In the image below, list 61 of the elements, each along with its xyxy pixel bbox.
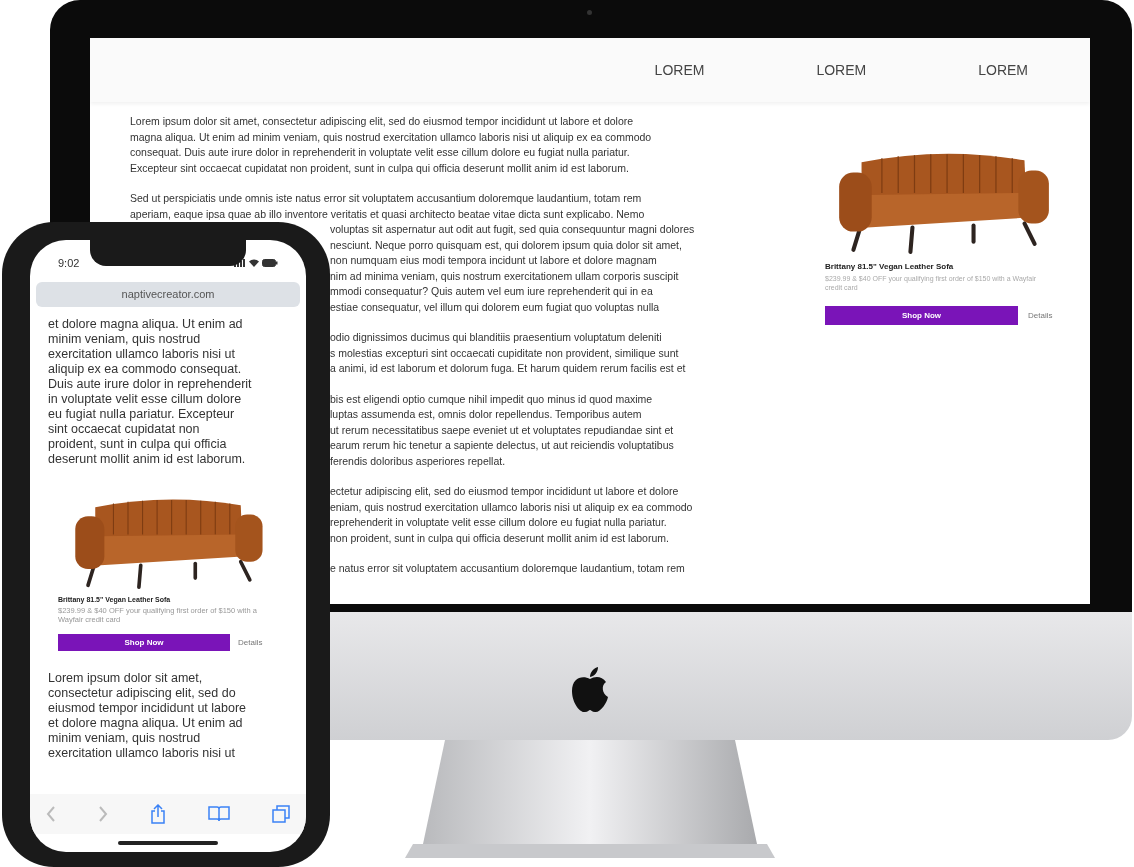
tabs-icon[interactable]	[272, 805, 290, 823]
text-line: luptas assumenda est, omnis dolor repellendus. Temporibus autem	[330, 407, 642, 422]
text-line: mmodi consequatur? Quis autem vel eum iure reprehenderit qui in ea	[330, 284, 653, 299]
text-line: bis est eligendi optio cumque nihil impedit quo minus id quod maxime	[330, 391, 653, 407]
text-line: Sed ut perspiciatis unde omnis iste natus error sit voluptatem accusantium doloremque laudantium, totam rem	[130, 191, 642, 206]
address-bar[interactable]: naptivecreator.com	[36, 282, 300, 307]
details-link[interactable]: Details	[238, 636, 263, 649]
product-title: Brittany 81.5" Vegan Leather Sofa	[825, 262, 955, 272]
share-icon[interactable]	[150, 804, 166, 824]
nav-link[interactable]: LOREM	[978, 59, 1028, 81]
text-line: estiae consequatur, vel illum qui dolorem eum fugiat quo voluptas nulla	[330, 299, 660, 315]
shop-now-button[interactable]: Shop Now	[58, 634, 230, 651]
text-line: aliquip ex ea commodo consequat.	[48, 362, 243, 377]
book-icon[interactable]	[208, 806, 230, 822]
text-line: nesciunt. Neque porro quisquam est, qui dolorem ipsum quia dolor sit amet,	[330, 237, 682, 253]
camera-icon	[587, 10, 592, 15]
text-line: non proident, sunt in culpa qui officia deserunt mollit anim id est laborum.	[330, 530, 669, 546]
text-line: consectetur adipiscing elit, sed do	[48, 686, 237, 701]
details-link[interactable]: Details	[1028, 309, 1053, 322]
text-line: et dolore magna aliqua. Ut enim ad	[48, 716, 244, 731]
nav-link[interactable]: LOREM	[654, 59, 705, 81]
text-line: deserunt mollit anim id est laborum.	[48, 452, 247, 467]
text-line: exercitation ullamco laboris nisi ut	[48, 347, 236, 362]
text-line: voluptas sit aspernatur aut odit aut fugit, sed quia consequuntur magni dolores	[330, 222, 695, 237]
text-line: nim ad minima veniam, quis nostrum exercitationem ullam corporis suscipit	[330, 268, 679, 284]
text-line: eniam, quis nostrud exercitation ullamco laboris nisi ut aliquip ex ea commodo	[330, 499, 693, 515]
text-line: reprehenderit in voluptate velit esse cillum dolore eu fugiat nulla pariatur.	[330, 515, 667, 530]
nav-link[interactable]: LOREM	[816, 59, 867, 81]
text-line: consequat. Duis aute irure dolor in reprehenderit in voluptate velit esse cillum dolore eu fugiat nulla pariatur.	[130, 145, 630, 160]
text-line: in voluptate velit esse cillum dolore	[48, 392, 243, 407]
text-line: eiusmod tempor incididunt ut labore	[48, 701, 248, 716]
text-line: ectetur adipiscing elit, sed do eiusmod tempor incididunt ut labore et dolore	[330, 484, 679, 499]
text-line: Duis aute irure dolor in reprehenderit	[48, 377, 253, 392]
text-line: odio dignissimos ducimus qui blanditiis praesentium voluptatum deleniti	[330, 330, 662, 345]
status-time: 9:02	[58, 255, 80, 271]
text-line: ut rerum necessitatibus saepe eveniet ut et voluptates repudiandae sint et	[330, 422, 674, 438]
text-line: magna aliqua. Ut enim ad minim veniam, quis nostrud exercitation ullamco laboris nisi ut aliquip ex ea commodo	[130, 129, 652, 145]
text-line: s molestias excepturi sint occaecati cupiditate non provident, similique sunt	[330, 345, 679, 361]
text-line: a animi, id est laborum et dolorum fuga. Et harum quidem rerum facilis est et	[330, 361, 686, 376]
text-line: Excepteur sint occaecat cupidatat non proident, sunt in culpa qui officia deserunt mollit anim id est laborum.	[130, 160, 629, 176]
text-line: earum rerum hic tenetur a sapiente delectus, ut aut reiciendis voluptatibus	[330, 438, 674, 453]
text-line: minim veniam, quis nostrud	[48, 731, 202, 746]
text-line: non numquam eius modi tempora incidunt ut labore et dolore magnam	[330, 253, 657, 268]
forward-icon[interactable]	[98, 806, 108, 822]
text-line: minim veniam, quis nostrud	[48, 332, 202, 347]
text-line: ferendis doloribus asperiores repellat.	[330, 453, 506, 469]
text-line: et dolore magna aliqua. Ut enim ad	[48, 317, 244, 332]
text-line: exercitation ullamco laboris nisi ut	[48, 746, 236, 761]
text-line: sint occaecat cupidatat non	[48, 422, 201, 437]
shop-now-button[interactable]: Shop Now	[825, 306, 1018, 325]
battery-icon	[262, 259, 278, 267]
back-icon[interactable]	[46, 806, 56, 822]
signal-icon	[234, 259, 246, 267]
apple-icon	[571, 667, 609, 713]
text-line: Lorem ipsum dolor sit amet, consectetur adipiscing elit, sed do eiusmod tempor incididunt ut labore et dolore	[130, 114, 634, 129]
text-line: eu fugiat nulla pariatur. Excepteur	[48, 407, 236, 422]
wifi-icon	[249, 259, 259, 267]
text-line: Lorem ipsum dolor sit amet,	[48, 671, 204, 686]
text-line: proident, sunt in culpa qui officia	[48, 437, 228, 452]
text-line: aperiam, eaque ipsa quae ab illo inventore veritatis et quasi architecto beatae vitae dicta sunt explicabo. Nemo	[130, 206, 645, 222]
text-line: e natus error sit voluptatem accusantium doloremque laudantium, totam rem	[330, 561, 685, 576]
